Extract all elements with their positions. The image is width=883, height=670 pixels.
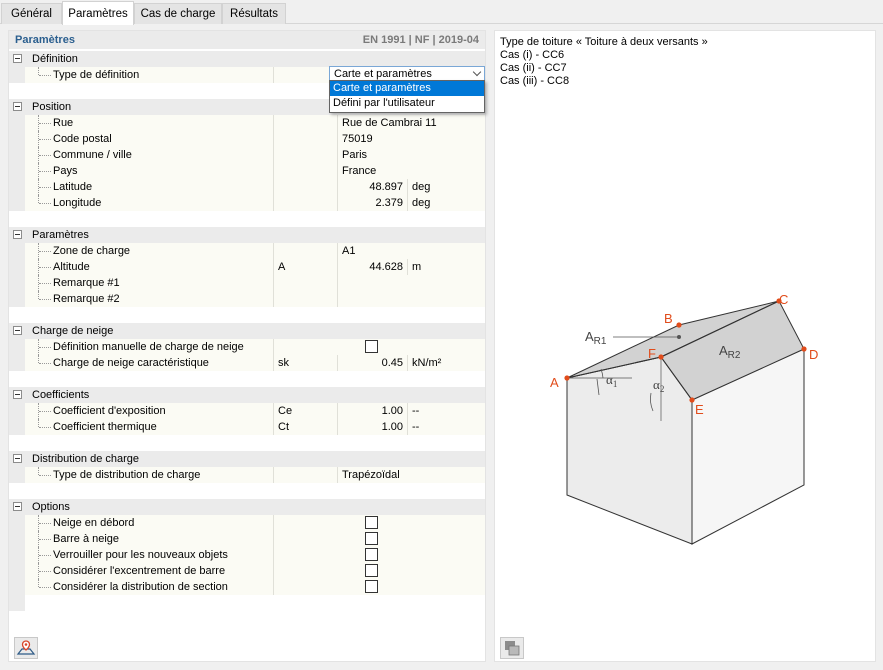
row-option-section-distribution: Considérer la distribution de section <box>25 579 485 595</box>
row-distribution-type: Type de distribution de charge Trapézoïd… <box>25 467 485 483</box>
panel-title: Paramètres <box>15 34 75 46</box>
section-charge-de-neige: Charge de neige <box>9 323 485 339</box>
row-altitude: Altitude A 44.628 m <box>25 259 485 275</box>
svg-text:B: B <box>664 311 673 326</box>
load-zone-value[interactable]: A1 <box>337 243 485 259</box>
map-button[interactable] <box>14 637 38 659</box>
svg-text:AR1: AR1 <box>585 329 607 347</box>
image-export-button[interactable] <box>500 637 524 659</box>
row-exposure-coefficient: Coefficient d'exposition Ce 1.00 -- <box>25 403 485 419</box>
chevron-down-icon[interactable] <box>472 67 482 77</box>
collapse-icon[interactable] <box>13 230 22 239</box>
row-option-lock: Verrouiller pour les nouveaux objets <box>25 547 485 563</box>
section-parametres: Paramètres <box>9 227 485 243</box>
option-defini-par-utilisateur[interactable]: Défini par l'utilisateur <box>330 96 484 111</box>
section-coefficients: Coefficients <box>9 387 485 403</box>
latitude-value[interactable]: 48.897 <box>337 179 407 195</box>
manual-snow-load-checkbox[interactable] <box>365 340 378 353</box>
country-value[interactable]: France <box>337 163 485 179</box>
roof-diagram: AR1 AR2 α1 α2 A B C D E F <box>550 292 818 545</box>
row-zone-de-charge: Zone de charge A1 <box>25 243 485 259</box>
row-longitude: Longitude 2.379 deg <box>25 195 485 211</box>
remark-2-value[interactable] <box>337 291 485 307</box>
lock-objects-checkbox[interactable] <box>365 548 378 561</box>
svg-text:A: A <box>550 375 559 390</box>
definition-type-dropdown-list: Carte et paramètres Défini par l'utilisa… <box>329 80 485 113</box>
section-distribution-checkbox[interactable] <box>365 580 378 593</box>
svg-text:F: F <box>648 346 656 361</box>
tab-resultats[interactable]: Résultats <box>222 3 286 24</box>
city-value[interactable]: Paris <box>337 147 485 163</box>
collapse-icon[interactable] <box>13 502 22 511</box>
row-manual-snow-load: Définition manuelle de charge de neige <box>25 339 485 355</box>
snow-guard-checkbox[interactable] <box>365 532 378 545</box>
row-characteristic-snow-load: Charge de neige caractéristique sk 0.45 … <box>25 355 485 371</box>
tab-general[interactable]: Général <box>1 3 62 24</box>
tab-parametres[interactable]: Paramètres <box>62 1 134 25</box>
remark-1-value[interactable] <box>337 275 485 291</box>
row-commune: Commune / ville Paris <box>25 147 485 163</box>
thermal-value[interactable]: 1.00 <box>337 419 407 435</box>
section-options: Options <box>9 499 485 515</box>
row-latitude: Latitude 48.897 deg <box>25 179 485 195</box>
row-remarque-2: Remarque #2 <box>25 291 485 307</box>
overhang-checkbox[interactable] <box>365 516 378 529</box>
collapse-icon[interactable] <box>13 326 22 335</box>
altitude-value[interactable]: 44.628 <box>337 259 407 275</box>
svg-text:C: C <box>779 292 788 307</box>
collapse-icon[interactable] <box>13 390 22 399</box>
option-carte-et-parametres[interactable]: Carte et paramètres <box>330 81 484 96</box>
tab-cas-de-charge[interactable]: Cas de charge <box>134 3 222 24</box>
row-option-snow-guard: Barre à neige <box>25 531 485 547</box>
map-pin-icon <box>16 640 36 655</box>
svg-text:D: D <box>809 347 818 362</box>
snow-load-value[interactable]: 0.45 <box>337 355 407 371</box>
exposure-value[interactable]: 1.00 <box>337 403 407 419</box>
row-rue: Rue Rue de Cambrai 11 <box>25 115 485 131</box>
image-export-icon <box>505 641 520 656</box>
section-definition: Définition <box>9 51 485 67</box>
row-thermal-coefficient: Coefficient thermique Ct 1.00 -- <box>25 419 485 435</box>
eccentricity-checkbox[interactable] <box>365 564 378 577</box>
collapse-icon[interactable] <box>13 454 22 463</box>
row-option-overhang: Neige en débord <box>25 515 485 531</box>
svg-text:E: E <box>695 402 704 417</box>
parameters-panel: Paramètres EN 1991 | NF | 2019-04 Défini… <box>8 30 486 662</box>
definition-type-dropdown[interactable]: Carte et paramètres <box>329 66 485 81</box>
preview-panel: Type de toiture « Toiture à deux versant… <box>494 30 876 662</box>
longitude-value[interactable]: 2.379 <box>337 195 407 211</box>
street-value[interactable]: Rue de Cambrai 11 <box>337 115 485 131</box>
section-distribution: Distribution de charge <box>9 451 485 467</box>
norm-label: EN 1991 | NF | 2019-04 <box>362 34 479 46</box>
panel-header: Paramètres EN 1991 | NF | 2019-04 <box>9 31 485 49</box>
row-code-postal: Code postal 75019 <box>25 131 485 147</box>
row-pays: Pays France <box>25 163 485 179</box>
row-remarque-1: Remarque #1 <box>25 275 485 291</box>
tab-bar: Général Paramètres Cas de charge Résulta… <box>0 0 883 25</box>
row-option-eccentricity: Considérer l'excentrement de barre <box>25 563 485 579</box>
postal-code-value[interactable]: 75019 <box>337 131 485 147</box>
collapse-icon[interactable] <box>13 102 22 111</box>
distribution-type-value[interactable]: Trapézoïdal <box>337 467 485 483</box>
collapse-icon[interactable] <box>13 54 22 63</box>
